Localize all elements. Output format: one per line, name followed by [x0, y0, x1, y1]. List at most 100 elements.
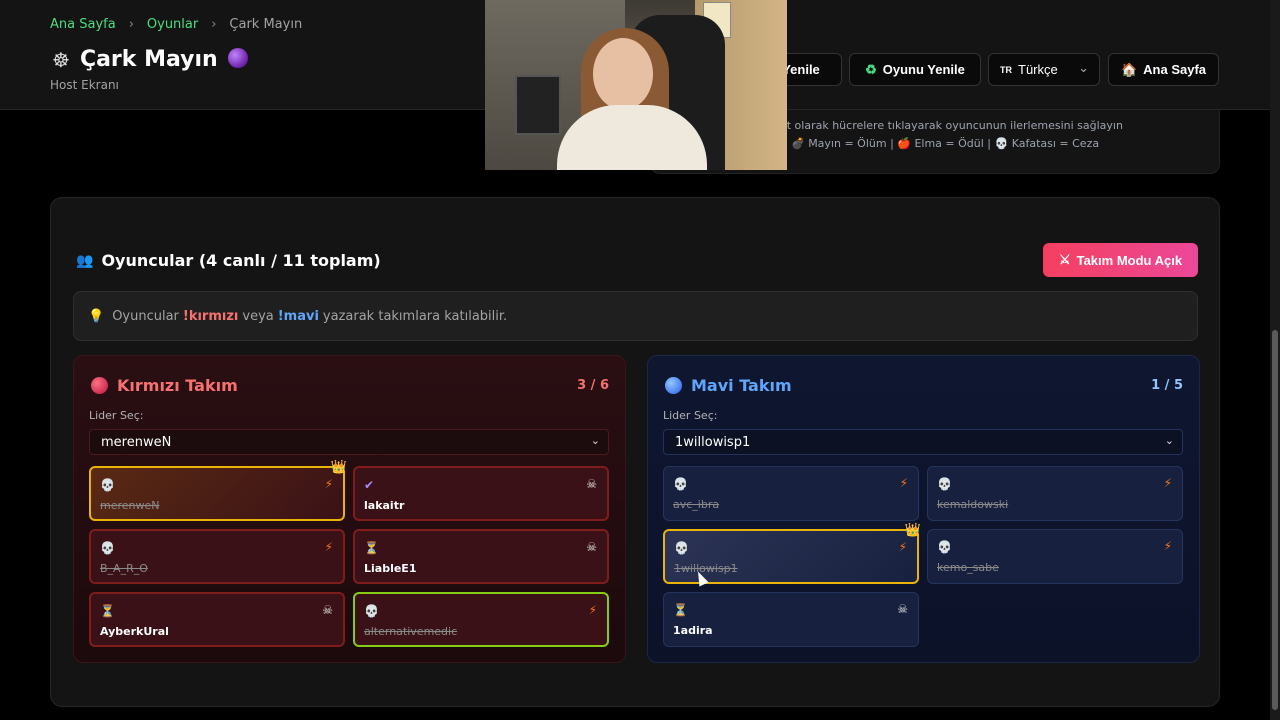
players-panel: 👥 Oyuncular (4 canlı / 11 toplam) ⚔ Takı… — [50, 197, 1220, 707]
blue-team-name: Mavi Takım — [691, 376, 792, 395]
players-title: Oyuncular (4 canlı / 11 toplam) — [101, 251, 381, 270]
hourglass-icon: ⏳ — [673, 603, 688, 617]
webcam-oven — [515, 75, 561, 135]
skull-icon: 💀 — [674, 541, 689, 555]
breadcrumb-games-link[interactable]: Oyunlar — [147, 17, 198, 32]
blue-team-panel: Mavi Takım 1 / 5 Lider Seç: 1willowisp1 … — [647, 355, 1200, 663]
skull-icon: 💀 — [937, 477, 952, 491]
player-name: avc_ibra — [673, 498, 720, 511]
recycle-icon: ♻ — [865, 61, 877, 77]
player-card-ayberkural[interactable]: ⏳ ☠ AyberkUral — [89, 592, 345, 647]
scrollbar-thumb[interactable] — [1272, 330, 1278, 710]
red-team-header: Kırmızı Takım — [91, 376, 238, 395]
player-card-baro[interactable]: 💀 ⚡ B_A_R_O — [89, 529, 345, 584]
breadcrumb-current: Çark Mayın — [229, 17, 303, 32]
skull-icon: 💀 — [673, 477, 688, 491]
player-name: 1willowisp1 — [674, 562, 738, 575]
lightbulb-icon: 💡 — [88, 308, 105, 324]
language-select[interactable]: TR Türkçe ⌄ — [988, 53, 1100, 86]
title-row: ☸ Çark Mayın — [52, 47, 248, 72]
refresh-label: Yenile — [782, 62, 820, 77]
team-mode-label: Takım Modu Açık — [1076, 252, 1183, 268]
skull-icon: 💀 — [100, 478, 115, 492]
player-card-lakaitr[interactable]: ✔ ☠ lakaitr — [353, 466, 609, 521]
bolt-icon[interactable]: ⚡ — [899, 540, 907, 554]
swords-icon: ⚔ — [1058, 252, 1071, 267]
player-card-kemaldowski[interactable]: 💀 ⚡ kemaldowski — [927, 466, 1183, 521]
player-name: kemaldowski — [937, 498, 1009, 511]
breadcrumb-home-link[interactable]: Ana Sayfa — [50, 17, 116, 32]
player-name: 1adira — [673, 624, 713, 637]
player-name: kemo_sabe — [937, 561, 999, 574]
bolt-icon[interactable]: ⚡ — [900, 476, 908, 490]
wheel-icon: ☸ — [52, 47, 70, 72]
red-leader-select[interactable]: merenweN ⌄ — [89, 429, 609, 455]
crossbones-icon[interactable]: ☠ — [586, 540, 597, 554]
player-name: AyberkUral — [100, 625, 169, 638]
bolt-icon[interactable]: ⚡ — [1164, 476, 1172, 490]
crossbones-icon[interactable]: ☠ — [322, 603, 333, 617]
bolt-icon[interactable]: ⚡ — [589, 603, 597, 617]
blue-leader-select[interactable]: 1willowisp1 ⌄ — [663, 429, 1183, 455]
team-mode-button[interactable]: ⚔ Takım Modu Açık — [1043, 243, 1198, 277]
check-icon: ✔ — [364, 478, 375, 492]
blue-team-header: Mavi Takım — [665, 376, 792, 395]
home-label: Ana Sayfa — [1143, 62, 1207, 77]
blue-circle-icon — [665, 377, 682, 394]
breadcrumb-separator-icon: › — [211, 17, 217, 32]
bolt-icon[interactable]: ⚡ — [325, 540, 333, 554]
skull-icon: 💀 — [364, 604, 379, 618]
player-card-kemo-sabe[interactable]: 💀 ⚡ kemo_sabe — [927, 529, 1183, 584]
restart-game-button[interactable]: ♻ Oyunu Yenile — [849, 53, 981, 86]
player-card-1adira[interactable]: ⏳ ☠ 1adira — [663, 592, 919, 647]
blue-leader-value: 1willowisp1 — [675, 434, 751, 450]
red-team-name: Kırmızı Takım — [117, 376, 238, 395]
player-name: B_A_R_O — [100, 562, 148, 575]
player-name: merenweN — [100, 499, 160, 512]
webcam-overlay — [485, 0, 787, 170]
player-card-alternativemedic[interactable]: 💀 ⚡ alternativemedic — [353, 592, 609, 647]
hint-blue-command: !mavi — [277, 308, 319, 324]
hint-suffix: yazarak takımlara katılabilir. — [322, 308, 508, 324]
bolt-icon[interactable]: ⚡ — [325, 477, 333, 491]
chevron-down-icon: ⌄ — [1078, 60, 1089, 75]
page-scrollbar[interactable] — [1270, 0, 1280, 720]
page-title: Çark Mayın — [79, 47, 218, 72]
skull-icon: 💀 — [937, 540, 952, 554]
breadcrumb-separator-icon: › — [128, 17, 134, 32]
crossbones-icon[interactable]: ☠ — [586, 477, 597, 491]
instructions-text: st olarak hücrelere tıklayarak oyuncunun… — [781, 119, 1123, 132]
red-leader-label: Lider Seç: — [89, 409, 144, 422]
users-icon: 👥 — [76, 252, 94, 269]
language-label: Türkçe — [1018, 62, 1058, 77]
red-team-panel: Kırmızı Takım 3 / 6 Lider Seç: merenweN … — [73, 355, 626, 663]
page-subtitle: Host Ekranı — [50, 78, 119, 92]
legend-text: 💣 Mayın = Ölüm | 🍎 Elma = Ödül | 💀 Kafat… — [791, 137, 1100, 150]
player-card-liablee1[interactable]: ⏳ ☠ LiableE1 — [353, 529, 609, 584]
player-name: LiableE1 — [364, 562, 417, 575]
red-leader-value: merenweN — [101, 434, 172, 450]
breadcrumb: Ana Sayfa › Oyunlar › Çark Mayın — [50, 17, 302, 32]
player-card-merenwen[interactable]: 💀 ⚡ 👑 merenweN — [89, 460, 347, 521]
hourglass-icon: ⏳ — [364, 541, 379, 555]
skull-icon: 💀 — [100, 541, 115, 555]
join-hint: 💡 Oyuncular !kırmızı veya !mavi yazarak … — [73, 291, 1198, 341]
red-circle-icon — [91, 377, 108, 394]
players-header: 👥 Oyuncular (4 canlı / 11 toplam) — [76, 251, 381, 270]
bolt-icon[interactable]: ⚡ — [1164, 539, 1172, 553]
crossbones-icon[interactable]: ☠ — [897, 602, 908, 616]
restart-game-label: Oyunu Yenile — [882, 62, 965, 77]
webcam-person-face — [593, 38, 653, 110]
home-button[interactable]: 🏠 Ana Sayfa — [1108, 53, 1219, 86]
blue-team-count: 1 / 5 — [1151, 378, 1183, 393]
hint-prefix: Oyuncular — [112, 308, 179, 324]
house-icon: 🏠 — [1120, 61, 1138, 77]
hint-red-command: !kırmızı — [182, 308, 239, 324]
player-card-avc-ibra[interactable]: 💀 ⚡ avc_ibra — [663, 466, 919, 521]
chevron-down-icon: ⌄ — [590, 434, 600, 447]
bomb-icon — [227, 47, 248, 68]
crown-icon: 👑 — [904, 523, 921, 538]
red-team-count: 3 / 6 — [577, 378, 609, 393]
hint-middle: veya — [242, 308, 274, 324]
blue-leader-label: Lider Seç: — [663, 409, 718, 422]
